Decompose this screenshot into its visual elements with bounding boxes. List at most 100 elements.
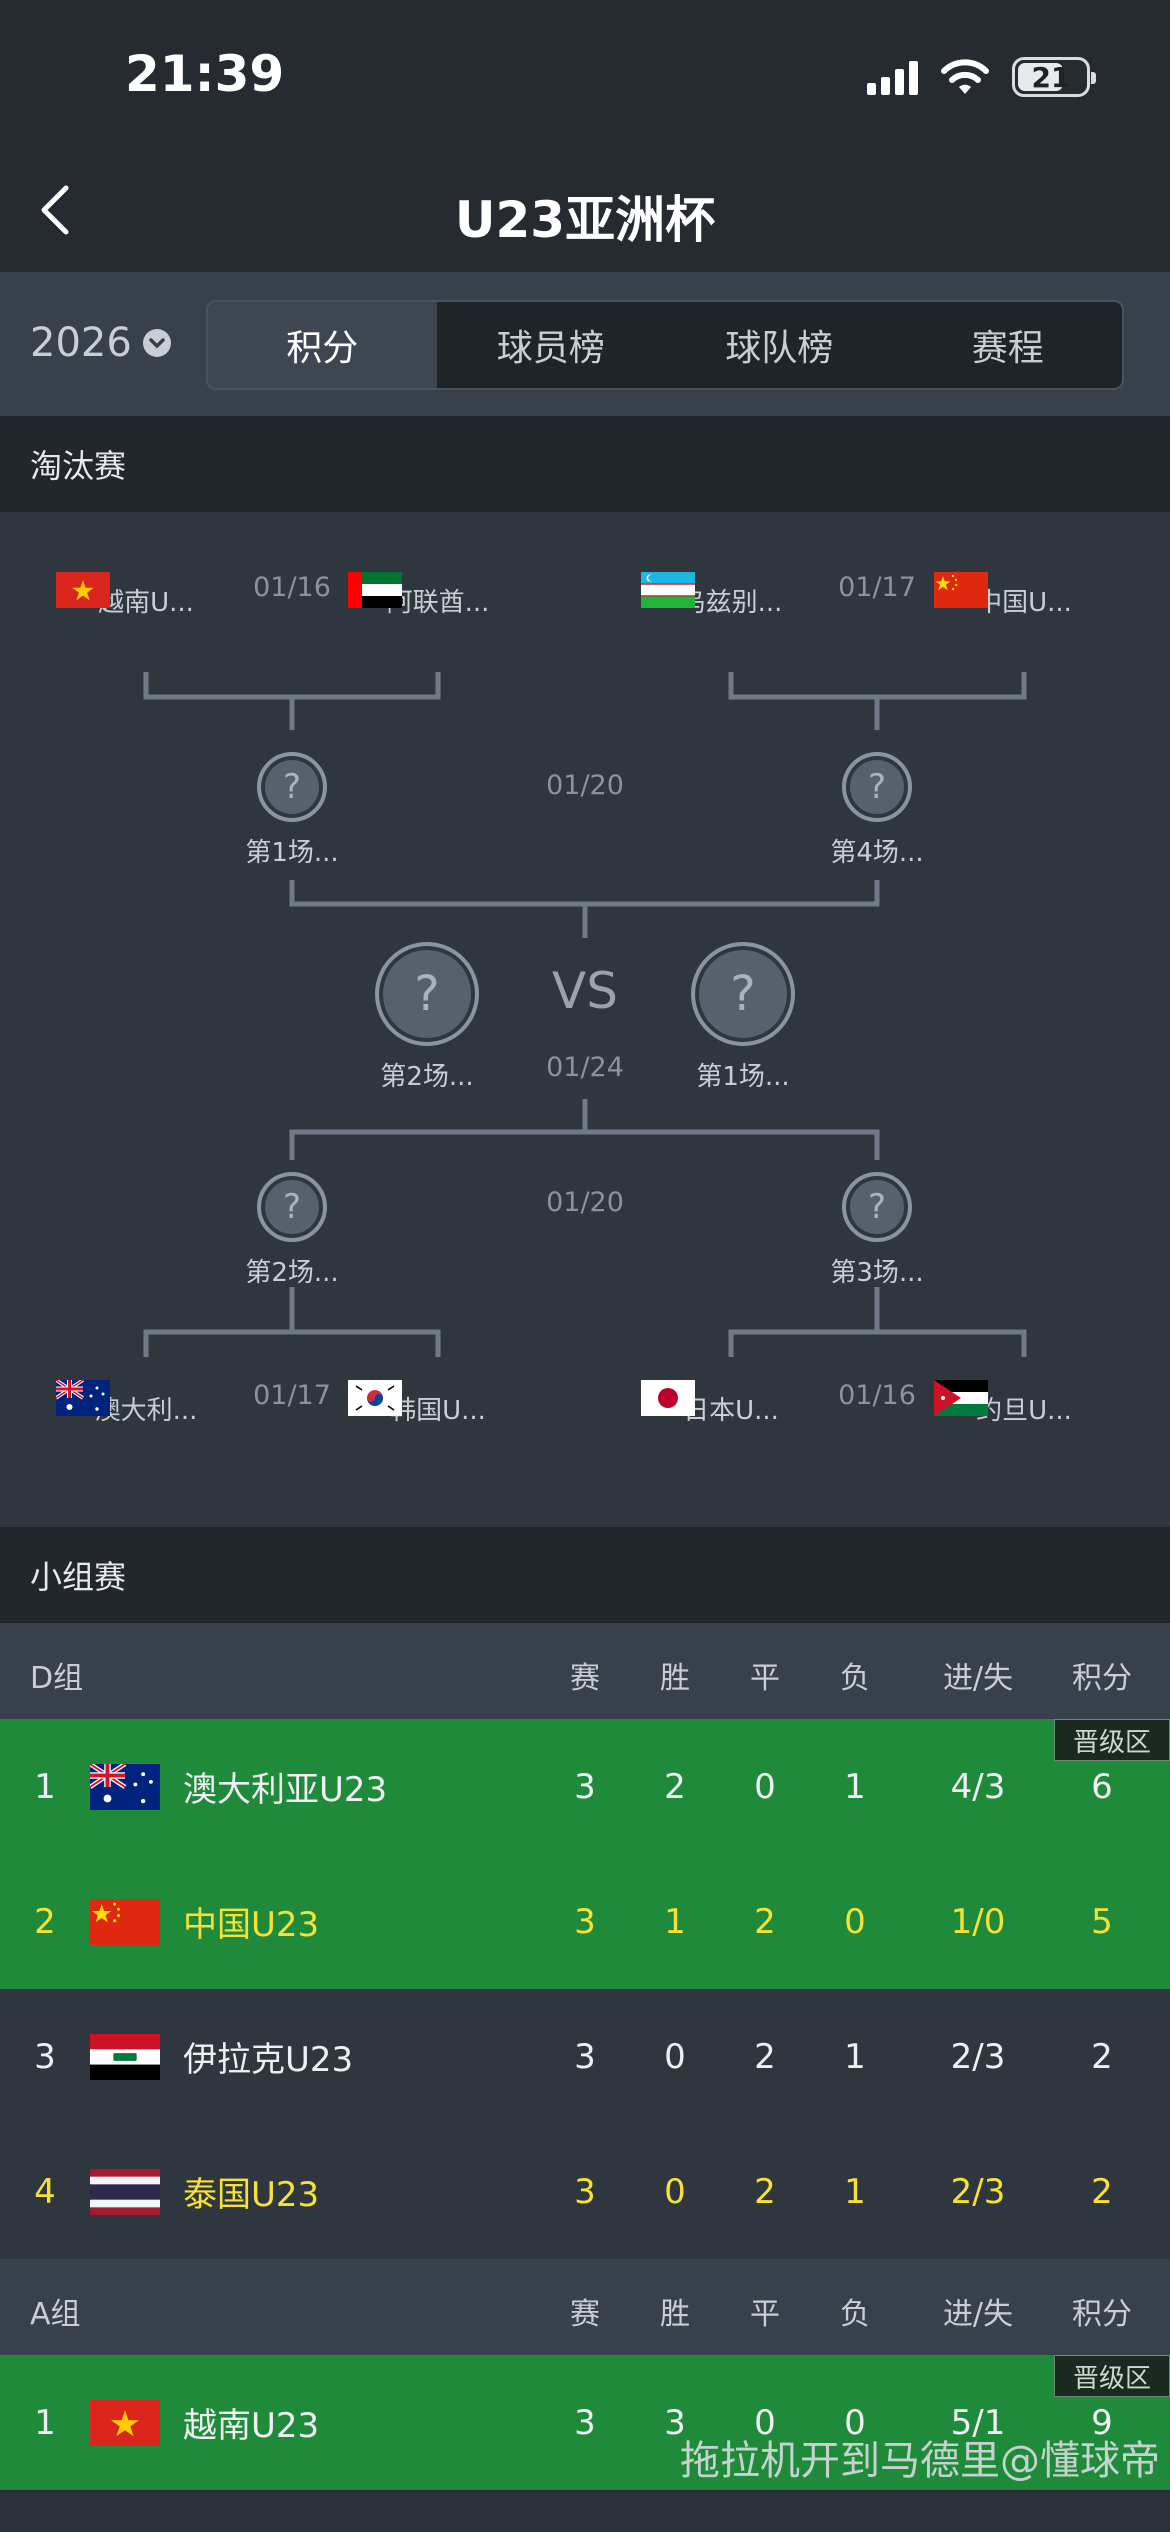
- tab-standings[interactable]: 积分: [208, 302, 437, 388]
- team-uae-top[interactable]: 阿联酋...: [348, 572, 528, 619]
- col-played: 赛: [570, 1661, 600, 1696]
- drawn: 2: [754, 1901, 776, 1942]
- lost: 1: [844, 2036, 866, 2077]
- tab-teams[interactable]: 球队榜: [665, 302, 894, 388]
- col-points: 积分: [1072, 1661, 1132, 1696]
- battery-level: 21: [1031, 60, 1071, 94]
- played: 3: [574, 2171, 596, 2212]
- points: 2: [1091, 2036, 1113, 2077]
- vietnam-flag-icon: [56, 572, 110, 608]
- played: 3: [574, 2036, 596, 2077]
- goals: 1/0: [950, 1901, 1006, 1942]
- goals: 4/3: [950, 1766, 1006, 1807]
- vietnam-flag-icon: [90, 2400, 160, 2446]
- match-date: 01/16: [838, 1380, 916, 1411]
- team-korea-bottom[interactable]: 韩国U...: [348, 1380, 528, 1427]
- nav-header: U23亚洲杯: [0, 150, 1170, 272]
- tab-schedule[interactable]: 赛程: [894, 302, 1123, 388]
- final-slot-a[interactable]: ? 第2场...: [327, 942, 527, 1093]
- semifinal-slot-a[interactable]: ? 第1场...: [192, 752, 392, 869]
- col-played: 赛: [570, 2297, 600, 2332]
- semifinal-slot-c[interactable]: ? 第2场...: [192, 1172, 392, 1289]
- group-name: D组: [30, 1661, 84, 1696]
- col-points: 积分: [1072, 2297, 1132, 2332]
- team-australia-bottom[interactable]: 澳大利...: [56, 1380, 236, 1427]
- thailand-flag-icon: [90, 2169, 160, 2215]
- rank: 4: [34, 2171, 56, 2212]
- match-date: 01/24: [546, 1052, 624, 1083]
- group-name: A组: [30, 2297, 81, 2332]
- china-flag-icon: [90, 1899, 160, 1945]
- season-selector[interactable]: 2026: [30, 320, 172, 366]
- played: 3: [574, 1766, 596, 1807]
- korea-flag-icon: [348, 1380, 402, 1416]
- played: 3: [574, 1901, 596, 1942]
- col-drawn: 平: [750, 2297, 780, 2332]
- knockout-bracket: 越南U... 01/16 阿联酋... 乌兹别... 01/17 中国U... …: [0, 512, 1170, 1527]
- team-china-top[interactable]: 中国U...: [934, 572, 1114, 619]
- table-row[interactable]: 3 伊拉克U23 3 0 2 1 2/3 2: [0, 1989, 1170, 2124]
- rank: 1: [34, 2402, 56, 2443]
- japan-flag-icon: [641, 1380, 695, 1416]
- unknown-team-icon: ?: [257, 752, 327, 822]
- drawn: 2: [754, 2171, 776, 2212]
- col-drawn: 平: [750, 1661, 780, 1696]
- team-vietnam-top[interactable]: 越南U...: [56, 572, 236, 619]
- page-title: U23亚洲杯: [454, 191, 716, 249]
- unknown-team-icon: ?: [691, 942, 795, 1046]
- uzbekistan-flag-icon: [641, 572, 695, 608]
- group-a-header: A组 赛 胜 平 负 进/失 积分: [0, 2259, 1170, 2355]
- team-name: 越南U23: [183, 2406, 320, 2446]
- tab-players[interactable]: 球员榜: [437, 302, 666, 388]
- col-goals: 进/失: [942, 2297, 1014, 2332]
- cellular-signal-icon: [867, 59, 918, 95]
- watermark-text: 拖拉机开到马德里@懂球帝: [680, 2438, 1160, 2484]
- match-date: 01/16: [253, 572, 331, 603]
- goals: 2/3: [950, 2036, 1006, 2077]
- unknown-team-icon: ?: [842, 752, 912, 822]
- points: 6: [1091, 1766, 1113, 1807]
- iraq-flag-icon: [90, 2034, 160, 2080]
- rank: 3: [34, 2036, 56, 2077]
- group-d-header: D组 赛 胜 平 负 进/失 积分: [0, 1623, 1170, 1719]
- tab-bar: 2026 积分 球员榜 球队榜 赛程: [0, 272, 1170, 416]
- match-date: 01/17: [253, 1380, 331, 1411]
- team-uzbekistan-top[interactable]: 乌兹别...: [641, 572, 821, 619]
- table-row[interactable]: 晋级区 1 越南U23 3 3 0 0 5/1 9 拖拉机开到马德里@懂球帝: [0, 2355, 1170, 2490]
- status-icons: 21: [867, 55, 1096, 99]
- col-won: 胜: [660, 2297, 690, 2332]
- rank: 1: [34, 1766, 56, 1807]
- rank: 2: [34, 1901, 56, 1942]
- col-lost: 负: [840, 1661, 870, 1696]
- table-row[interactable]: 晋级区 1 澳大利亚U23 3 2 0 1 4/3 6: [0, 1719, 1170, 1854]
- match-date: 01/20: [546, 770, 624, 801]
- table-row[interactable]: 4 泰国U23 3 0 2 1 2/3 2: [0, 2124, 1170, 2259]
- knockout-section-title: 淘汰赛: [0, 416, 1170, 512]
- uae-flag-icon: [348, 572, 402, 608]
- unknown-team-icon: ?: [257, 1172, 327, 1242]
- played: 3: [574, 2402, 596, 2443]
- china-flag-icon: [934, 572, 988, 608]
- match-date: 01/20: [546, 1187, 624, 1218]
- semifinal-slot-b[interactable]: ? 第4场...: [777, 752, 977, 869]
- final-slot-b[interactable]: ? 第1场...: [643, 942, 843, 1093]
- season-label: 2026: [30, 320, 132, 366]
- won: 1: [664, 1901, 686, 1942]
- semifinal-slot-d[interactable]: ? 第3场...: [777, 1172, 977, 1289]
- status-bar: 21:39 21: [0, 0, 1170, 150]
- wifi-icon: [941, 59, 989, 94]
- points: 5: [1091, 1901, 1113, 1942]
- col-won: 胜: [660, 1661, 690, 1696]
- team-jordan-bottom[interactable]: 约旦U...: [934, 1380, 1114, 1427]
- team-name: 泰国U23: [183, 2175, 320, 2215]
- col-goals: 进/失: [942, 1661, 1014, 1696]
- australia-flag-icon: [90, 1764, 160, 1810]
- status-time: 21:39: [125, 45, 285, 103]
- drawn: 2: [754, 2036, 776, 2077]
- lost: 1: [844, 2171, 866, 2212]
- won: 0: [664, 2036, 686, 2077]
- table-row[interactable]: 2 中国U23 3 1 2 0 1/0 5: [0, 1854, 1170, 1989]
- jordan-flag-icon: [934, 1380, 988, 1416]
- team-name: 中国U23: [183, 1905, 320, 1945]
- team-japan-bottom[interactable]: 日本U...: [641, 1380, 821, 1427]
